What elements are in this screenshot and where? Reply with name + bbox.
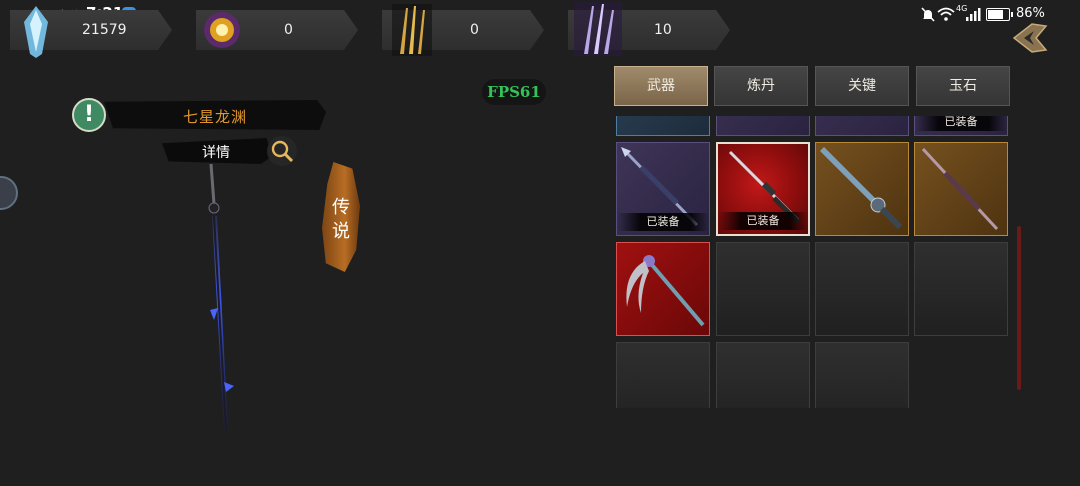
- fps-counter: FPS61: [482, 79, 546, 105]
- inventory-grid[interactable]: 已装备 已装备 已装备: [616, 116, 1016, 408]
- weapon-model-spear[interactable]: [190, 160, 250, 450]
- inventory-slot-empty[interactable]: [914, 242, 1008, 336]
- golden-blades-count: 0: [470, 22, 479, 38]
- battery-icon: [986, 8, 1013, 21]
- golden-blades-icon: [392, 4, 432, 56]
- purple-blades-count: 10: [654, 22, 672, 38]
- orb-count: 0: [284, 22, 293, 38]
- inventory-slot-whisk[interactable]: [616, 242, 710, 336]
- crystal-count: 21579: [82, 22, 127, 38]
- inventory-slot-empty[interactable]: [616, 342, 710, 408]
- details-label[interactable]: 详情: [186, 142, 246, 162]
- inventory-slot-empty[interactable]: [716, 342, 810, 408]
- signal-icon: [966, 8, 981, 21]
- inventory-slot-sword[interactable]: 已装备: [716, 142, 810, 236]
- mute-bell-icon: [921, 7, 935, 22]
- inventory-slot-spear[interactable]: 已装备: [616, 142, 710, 236]
- weapon-name: 七星龙渊: [182, 108, 247, 126]
- wifi-icon: [937, 7, 955, 21]
- spear-icon: [921, 147, 999, 231]
- inventory-slot-empty[interactable]: [815, 342, 909, 408]
- inventory-slot[interactable]: 已装备: [914, 116, 1008, 136]
- blade-icon: [820, 147, 903, 230]
- rarity-label: 传说: [332, 197, 350, 242]
- equipped-tag: 已装备: [915, 116, 1007, 131]
- magnifier-button[interactable]: [267, 136, 297, 166]
- tab-weapons[interactable]: 武器: [614, 66, 708, 106]
- inventory-slot[interactable]: [616, 116, 710, 136]
- tab-jade[interactable]: 玉石: [916, 66, 1010, 106]
- inventory-slot[interactable]: [815, 116, 909, 136]
- inventory-slot-blade[interactable]: [815, 142, 909, 236]
- golden-orb-icon: [204, 12, 240, 48]
- whisk-icon: [626, 255, 705, 327]
- purple-blades-icon: [574, 2, 622, 56]
- blue-crystal-icon: [24, 6, 48, 58]
- inventory-slot[interactable]: [716, 116, 810, 136]
- tab-alchemy[interactable]: 炼丹: [714, 66, 808, 106]
- inventory-scrollbar[interactable]: [1017, 226, 1021, 390]
- equipped-tag: 已装备: [718, 212, 808, 230]
- side-menu-toggle[interactable]: [0, 176, 18, 210]
- equipped-tag: 已装备: [617, 213, 709, 231]
- info-alert-icon[interactable]: !: [72, 98, 106, 132]
- battery-percent: 86%: [1016, 6, 1045, 21]
- inventory-slot-empty[interactable]: [716, 242, 810, 336]
- menu-emblem-icon[interactable]: [1012, 22, 1048, 54]
- magnifier-icon: [271, 140, 294, 163]
- tab-key-items[interactable]: 关键: [815, 66, 909, 106]
- inventory-slot-spear[interactable]: [914, 142, 1008, 236]
- inventory-slot-empty[interactable]: [815, 242, 909, 336]
